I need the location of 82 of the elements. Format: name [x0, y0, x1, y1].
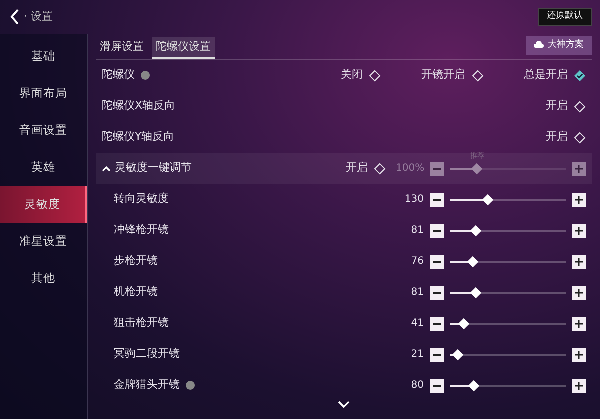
- setting-label: 陀螺仪: [102, 67, 135, 84]
- minus-button[interactable]: [430, 378, 444, 392]
- minus-icon: [433, 384, 441, 386]
- plus-button[interactable]: [572, 254, 586, 268]
- slider-thumb[interactable]: [470, 224, 482, 236]
- tab[interactable]: 陀螺仪设置: [152, 36, 215, 59]
- slider-thumb[interactable]: [468, 380, 480, 392]
- reset-default-button[interactable]: 还原默认: [538, 8, 592, 26]
- minus-icon: [433, 198, 441, 200]
- setting-label: 金牌猎头开镜: [114, 377, 180, 394]
- chevron-down-icon[interactable]: [338, 401, 350, 409]
- back-icon[interactable]: [10, 9, 20, 25]
- minus-button[interactable]: [430, 254, 444, 268]
- minus-icon: [433, 354, 441, 356]
- minus-icon: [433, 168, 441, 170]
- sidebar-item[interactable]: 准星设置: [0, 223, 87, 260]
- minus-button[interactable]: [430, 316, 444, 330]
- sidebar-item[interactable]: 界面布局: [0, 75, 87, 112]
- slider-thumb[interactable]: [470, 286, 482, 298]
- slider-thumb[interactable]: [468, 256, 479, 268]
- option-label: 开启: [546, 129, 568, 146]
- value-reading: 80: [410, 379, 424, 393]
- plus-button[interactable]: [572, 224, 586, 238]
- setting-label: 陀螺仪X轴反向: [102, 98, 176, 114]
- value-reading: 81: [410, 286, 424, 300]
- minus-icon: [433, 322, 441, 324]
- plus-button[interactable]: [572, 286, 586, 300]
- cloud-icon: [534, 41, 544, 50]
- plus-button[interactable]: [572, 192, 586, 206]
- value-reading: 21: [410, 348, 424, 362]
- diamond-radio-icon[interactable]: [472, 70, 484, 82]
- page-title: · 设置: [24, 8, 53, 25]
- plus-button[interactable]: [572, 348, 586, 362]
- setting-label: 灵敏度一键调节: [115, 160, 192, 176]
- minus-icon: [433, 230, 441, 232]
- plus-icon: [575, 382, 583, 390]
- plus-icon: [575, 164, 583, 172]
- plus-button[interactable]: [572, 316, 586, 330]
- option-label: 开镜开启: [422, 67, 466, 84]
- sidebar-item[interactable]: 英雄: [0, 149, 87, 186]
- minus-button[interactable]: [430, 224, 444, 238]
- setting-label: 冥驹二段开镜: [114, 346, 180, 362]
- value-reading: 41: [410, 317, 424, 331]
- option-label: 开启: [546, 98, 568, 114]
- checked-diamond-icon[interactable]: [574, 70, 586, 82]
- setting-label: 转向灵敏度: [114, 191, 169, 208]
- minus-button[interactable]: [430, 348, 444, 362]
- value-reading: 76: [410, 255, 424, 269]
- slider-thumb[interactable]: [452, 348, 464, 360]
- sidebar-item[interactable]: 其他: [0, 260, 87, 297]
- plus-icon: [575, 288, 583, 296]
- minus-icon: [433, 260, 441, 262]
- plus-icon: [575, 226, 583, 234]
- sidebar-item[interactable]: 灵敏度: [0, 186, 87, 223]
- sidebar-item[interactable]: 音画设置: [0, 112, 87, 149]
- setting-label: 机枪开镜: [114, 284, 158, 300]
- setting-label: 冲锋枪开镜: [114, 222, 169, 238]
- tab[interactable]: 滑屏设置: [96, 36, 148, 59]
- minus-icon: [433, 292, 441, 294]
- setting-label: 陀螺仪Y轴反向: [102, 129, 175, 146]
- value-reading: 100%: [396, 162, 424, 176]
- minus-button[interactable]: [430, 192, 444, 206]
- setting-label: 步枪开镜: [114, 253, 158, 270]
- plus-icon: [575, 320, 583, 328]
- plus-button[interactable]: [572, 378, 586, 392]
- plan-button[interactable]: 大神方案: [526, 36, 592, 55]
- option-label: 关闭: [341, 67, 363, 84]
- value-reading: 130: [404, 193, 424, 207]
- minus-button[interactable]: [430, 286, 444, 300]
- slider-thumb[interactable]: [482, 194, 494, 206]
- slider-thumb[interactable]: [458, 318, 470, 330]
- sidebar-item[interactable]: 基础: [0, 38, 87, 75]
- diamond-radio-icon[interactable]: [369, 70, 381, 82]
- diamond-radio-icon[interactable]: [574, 132, 586, 144]
- plus-icon: [575, 258, 583, 266]
- option-label: 总是开启: [524, 67, 568, 84]
- setting-label: 狙击枪开镜: [114, 315, 169, 332]
- value-reading: 81: [410, 224, 424, 238]
- plus-icon: [575, 196, 583, 204]
- option-label: 开启: [346, 160, 368, 176]
- plus-icon: [575, 350, 583, 358]
- diamond-radio-icon[interactable]: [574, 100, 586, 112]
